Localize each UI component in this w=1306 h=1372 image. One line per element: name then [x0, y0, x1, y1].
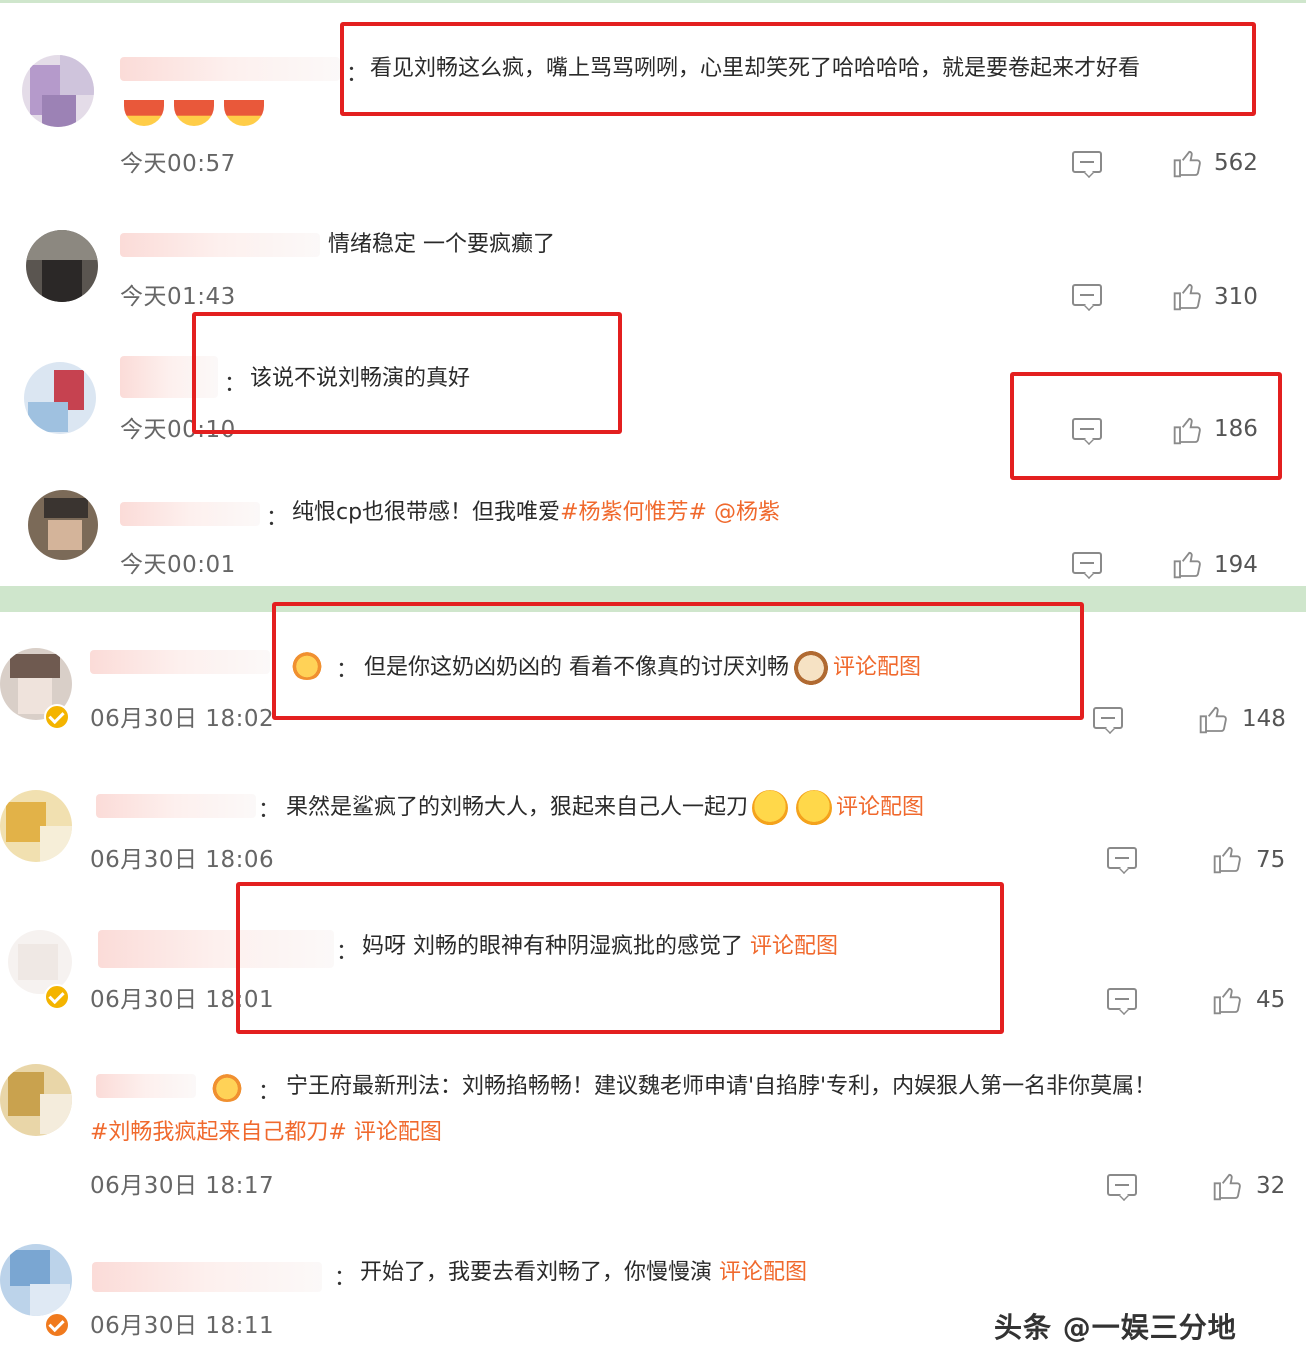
avatar[interactable] [0, 1064, 72, 1136]
like-count: 32 [1256, 1173, 1286, 1199]
reply-icon[interactable] [1107, 1174, 1137, 1196]
like-count: 310 [1214, 284, 1258, 310]
avatar[interactable] [0, 1244, 72, 1316]
thumbs-up-icon[interactable] [1212, 984, 1244, 1016]
image-link[interactable]: 评论配图 [836, 795, 924, 820]
avatar[interactable] [24, 362, 96, 434]
username-blurred[interactable] [120, 233, 320, 257]
thumbs-up-icon[interactable] [1172, 280, 1204, 312]
avatar[interactable] [22, 55, 94, 127]
comment-text: 情绪稳定 一个要疯癫了 [328, 232, 555, 257]
colon: ： [258, 1080, 281, 1105]
comment-time: 今天01:43 [120, 284, 236, 310]
comment-body: 开始了，我要去看刘畅了，你慢慢演 [360, 1260, 713, 1285]
comment-text-continued: #刘畅我疯起来自己都刀# 评论配图 [90, 1118, 442, 1148]
comment-text: 纯恨cp也很带感！但我唯爱#杨紫何惟芳# @杨紫 [292, 498, 780, 528]
comment-body: 纯恨cp也很带感！但我唯爱 [292, 500, 561, 525]
verified-badge-icon [44, 984, 70, 1010]
highlight-box [192, 312, 622, 434]
laugh-emoji-row [120, 100, 270, 126]
avatar[interactable] [26, 230, 98, 302]
like-count: 562 [1214, 150, 1258, 176]
tongue-emoji-icon [752, 790, 789, 826]
comment-time: 06月30日 18:06 [90, 847, 275, 873]
user-badge-icon [210, 1072, 244, 1102]
comment-time: 今天00:01 [120, 552, 236, 578]
laughing-emoji-icon [174, 100, 214, 126]
thumbs-up-icon[interactable] [1212, 843, 1244, 875]
username-blurred[interactable] [120, 502, 260, 526]
laughing-emoji-icon [224, 100, 264, 126]
like-count: 194 [1214, 552, 1258, 578]
reply-icon[interactable] [1093, 707, 1123, 729]
verified-badge-icon [44, 1312, 70, 1338]
watermark: 头条 @一娱三分地 [994, 1311, 1237, 1344]
username-blurred[interactable] [92, 1262, 322, 1292]
username-blurred[interactable] [96, 1074, 196, 1098]
image-link[interactable]: 评论配图 [719, 1260, 807, 1285]
highlight-box [236, 882, 1004, 1034]
comment-text: 开始了，我要去看刘畅了，你慢慢演 评论配图 [360, 1258, 807, 1288]
colon: ： [334, 1266, 357, 1291]
comment-time: 今天00:57 [120, 151, 236, 177]
avatar[interactable] [28, 490, 98, 560]
colon: ： [258, 798, 281, 823]
reply-icon[interactable] [1107, 847, 1137, 869]
reply-icon[interactable] [1072, 284, 1102, 306]
thumbs-up-icon[interactable] [1172, 548, 1204, 580]
laughing-emoji-icon [124, 100, 164, 126]
username-blurred[interactable] [120, 57, 340, 81]
like-count: 45 [1256, 987, 1286, 1013]
comment-time: 06月30日 18:17 [90, 1173, 275, 1199]
like-count: 75 [1256, 847, 1286, 873]
username-blurred[interactable] [96, 794, 256, 818]
highlight-box [272, 602, 1084, 720]
mention-link[interactable]: @杨紫 [714, 500, 780, 525]
thumbs-up-icon[interactable] [1198, 703, 1230, 735]
comment-body: 宁王府最新刑法：刘畅掐畅畅！建议魏老师申请'自掐脖'专利，内娱狠人第一名非你莫属… [286, 1074, 1157, 1099]
top-divider [0, 0, 1306, 3]
like-count: 148 [1242, 706, 1286, 732]
comment-text: 果然是鲨疯了的刘畅大人，狠起来自己人一起刀 评论配图 [286, 790, 924, 826]
reply-icon[interactable] [1072, 552, 1102, 574]
verified-badge-icon [44, 704, 70, 730]
thumbs-up-icon[interactable] [1172, 147, 1204, 179]
tongue-emoji-icon [796, 790, 833, 826]
thumbs-up-icon[interactable] [1212, 1170, 1244, 1202]
comment-time: 06月30日 18:11 [90, 1313, 275, 1339]
reply-icon[interactable] [1107, 988, 1137, 1010]
image-link[interactable]: 评论配图 [354, 1120, 442, 1145]
avatar[interactable] [0, 790, 72, 862]
colon: ： [266, 506, 289, 531]
comment-time: 06月30日 18:02 [90, 706, 275, 732]
hashtag-link[interactable]: #杨紫何惟芳# [560, 500, 707, 525]
reply-icon[interactable] [1072, 151, 1102, 173]
highlight-box [340, 22, 1256, 116]
comment-body: 果然是鲨疯了的刘畅大人，狠起来自己人一起刀 [286, 795, 749, 820]
username-blurred[interactable] [90, 650, 270, 674]
comment-text: 宁王府最新刑法：刘畅掐畅畅！建议魏老师申请'自掐脖'专利，内娱狠人第一名非你莫属… [286, 1072, 1276, 1102]
highlight-box [1010, 372, 1282, 480]
hashtag-link[interactable]: #刘畅我疯起来自己都刀# [90, 1120, 347, 1145]
